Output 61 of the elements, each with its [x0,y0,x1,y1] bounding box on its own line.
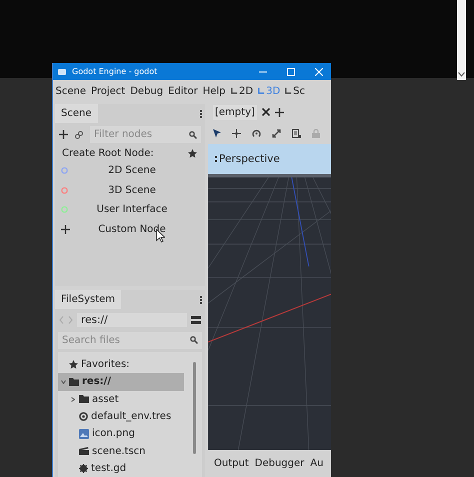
root-node-option[interactable]: Custom Node [55,220,205,239]
chevron-down-icon[interactable] [458,72,465,77]
close-icon[interactable] [262,108,270,116]
dock-tab[interactable]: Scene [55,104,98,123]
file-tree-item[interactable]: scene.tscn [58,442,184,460]
root-node-option[interactable]: User Interface [55,200,205,220]
file-tree-item[interactable]: res:// [58,373,184,391]
menu-item[interactable]: Scene [53,86,88,96]
scale-icon[interactable] [272,128,281,138]
gear-icon [79,464,88,473]
split-view-icon[interactable] [191,316,201,324]
pointer-icon[interactable] [213,128,221,138]
bottom-panel-tab[interactable]: Output [214,458,249,469]
axis-icon [257,87,266,95]
file-tree-item[interactable]: default_env.tres [58,408,184,426]
bottom-panel-tab[interactable]: Au [310,458,324,469]
caret-down-icon[interactable] [61,380,66,384]
viewport-menu[interactable]: Perspective [219,153,280,165]
list-icon[interactable] [292,128,301,138]
menu-item[interactable]: Debug [128,86,166,96]
add-icon [61,224,70,234]
app-icon [58,68,66,75]
file-tree-item[interactable]: icon.png [58,425,184,442]
file-tree-item[interactable]: test.gd [58,460,184,477]
globe-icon [79,412,88,421]
kebab-menu-icon[interactable] [197,296,205,304]
star-icon [69,360,78,370]
workspace-tab[interactable]: 2D [228,86,256,96]
file-tree-item[interactable]: asset [58,390,184,408]
filter-field[interactable]: Filter nodes [90,126,201,143]
clapperboard-icon [79,447,89,456]
add-icon[interactable] [59,130,68,139]
kebab-menu-icon[interactable] [197,110,205,118]
menu-item[interactable]: Help [200,86,228,96]
menu-item[interactable]: Project [88,86,128,96]
maximize-icon[interactable] [287,68,295,76]
editor-tab[interactable]: [empty] [213,104,257,120]
search-field[interactable]: Search files [58,332,202,349]
axis-icon [230,87,238,95]
scrollbar[interactable] [193,362,196,454]
file-tree-item[interactable]: Favorites: [58,356,184,374]
rotate-icon[interactable] [252,128,261,138]
search-icon [189,130,197,138]
move-icon[interactable] [232,128,241,138]
image-icon [79,428,89,439]
workspace-tab[interactable]: Sc [282,86,308,96]
create-root-label: Create Root Node: [62,148,154,159]
path-field[interactable]: res:// [77,312,187,327]
link-icon[interactable] [75,130,83,138]
window-title: Godot Engine - godot [72,67,158,76]
star-icon[interactable] [188,149,197,158]
menu-item[interactable]: Editor [166,86,200,96]
dock-tab[interactable]: FileSystem [55,290,122,309]
axis-icon [284,87,292,95]
scrollbar[interactable] [457,0,466,80]
root-node-option[interactable]: 3D Scene [55,180,205,200]
caret-right-icon[interactable] [71,396,75,402]
add-icon[interactable] [274,108,284,116]
root-node-option[interactable]: 2D Scene [55,161,205,180]
search-icon [190,336,198,344]
bottom-panel-tab[interactable]: Debugger [254,458,304,469]
